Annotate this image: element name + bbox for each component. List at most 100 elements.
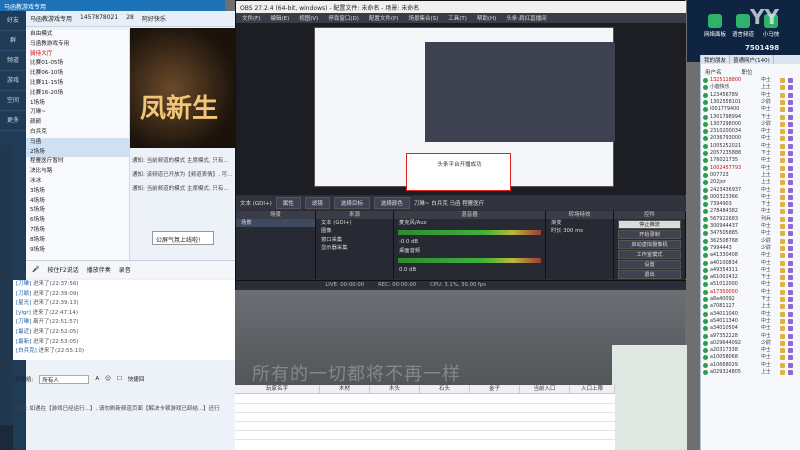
channel-tree-item[interactable]: 3场场: [26, 187, 129, 197]
channel-tree-item[interactable]: 白兵克: [26, 128, 129, 138]
source-item[interactable]: 文本 (GDI+): [316, 219, 393, 227]
channel-tree-item[interactable]: 马函: [26, 137, 129, 148]
player-row[interactable]: a20317338 中士: [701, 347, 800, 354]
duration-value[interactable]: 300 ms: [563, 228, 583, 234]
scene-item[interactable]: 场景: [236, 219, 315, 228]
studio-mode-button[interactable]: 工作室模式: [618, 250, 681, 259]
player-row[interactable]: 2423436937 中士: [701, 187, 800, 194]
channel-tree-item[interactable]: 4场场: [26, 197, 129, 207]
player-row[interactable]: 123456789 中士: [701, 92, 800, 99]
player-row[interactable]: a7081127 上士: [701, 303, 800, 310]
channel-tree-item[interactable]: 比赛11-15场: [26, 79, 129, 89]
player-row[interactable]: 2057235888 下士: [701, 150, 800, 157]
player-row[interactable]: a029324805 上士: [701, 369, 800, 376]
channel-tree-item[interactable]: 颜颜: [26, 118, 129, 128]
player-row[interactable]: 小鹿快乐 上士: [701, 84, 800, 91]
player-row[interactable]: a10058068 中士: [701, 354, 800, 361]
obs-menu-item[interactable]: 场景集合(S): [408, 14, 438, 22]
send-target-select[interactable]: 所有人: [39, 374, 90, 384]
push-to-talk-button[interactable]: 按住F2说话: [47, 265, 78, 274]
chat-user-name[interactable]: [最新]: [16, 339, 31, 345]
player-row[interactable]: 2036793000 中士: [701, 135, 800, 142]
player-row[interactable]: 1301798994 下士: [701, 114, 800, 121]
left-nav-item[interactable]: 游戏: [0, 71, 26, 91]
player-row[interactable]: a40100834 中士: [701, 260, 800, 267]
user-name[interactable]: 马函教游戏专用: [30, 14, 72, 23]
player-row[interactable]: a10668029 中士: [701, 362, 800, 369]
mic-icon[interactable]: 🎤: [32, 266, 39, 273]
transition-type[interactable]: 渐变: [546, 219, 613, 227]
channel-tree[interactable]: 自由模式 马函教游戏专用 骑侍大厅 比赛01-05场 比赛06-10场 比赛11-15场比…: [26, 30, 130, 260]
player-row[interactable]: 007723 上士: [701, 172, 800, 179]
obs-menu-item[interactable]: 帮助(H): [477, 14, 496, 22]
player-row[interactable]: a17350000 中士: [701, 289, 800, 296]
channel-tree-item[interactable]: 刀琳~: [26, 108, 129, 118]
player-row[interactable]: 176021735 中士: [701, 157, 800, 164]
emoji-icon[interactable]: ☺: [105, 376, 111, 382]
player-row[interactable]: 347505885 中士: [701, 230, 800, 237]
player-row[interactable]: a8a40092 下士: [701, 296, 800, 303]
player-row[interactable]: a61002432 下士: [701, 274, 800, 281]
obs-menu-item[interactable]: 视图(V): [299, 14, 318, 22]
desktop-icon[interactable]: 网络面板: [703, 14, 727, 38]
chat-user-name[interactable]: [刀琳]: [16, 319, 31, 325]
player-row[interactable]: l001779400 中士: [701, 106, 800, 113]
chat-user-name[interactable]: [白兵克]: [16, 348, 37, 354]
record-button[interactable]: 录音: [119, 265, 131, 274]
play-accompaniment-button[interactable]: 播放伴奏: [87, 265, 111, 274]
left-nav-item[interactable]: 频道: [0, 51, 26, 71]
channel-tree-item[interactable]: 1场场: [26, 99, 129, 109]
player-row[interactable]: a34010504 中士: [701, 325, 800, 332]
obs-menu-item[interactable]: 文件(F): [242, 14, 260, 22]
settings-button[interactable]: 设置: [618, 260, 681, 269]
channel-tree-item[interactable]: 马函教游戏专用: [26, 40, 129, 50]
obs-menu-item[interactable]: 配置文件(P): [369, 14, 399, 22]
properties-button[interactable]: 属性: [275, 197, 301, 209]
obs-menu-item[interactable]: 停靠窗口(D): [328, 14, 359, 22]
obs-preview[interactable]: 头条平台开播成功: [236, 23, 686, 195]
left-nav-item[interactable]: 好友: [0, 11, 26, 31]
player-row[interactable]: a97352228 中士: [701, 333, 800, 340]
player-row[interactable]: 1307298000 少尉: [701, 121, 800, 128]
player-row[interactable]: 1005252021 中士: [701, 143, 800, 150]
player-row[interactable]: 7994443 少尉: [701, 245, 800, 252]
player-row[interactable]: 000323366 中士: [701, 194, 800, 201]
channel-tree-item[interactable]: 程雁医疗暂时: [26, 157, 129, 167]
left-nav-item[interactable]: 空间: [0, 91, 26, 111]
tab-my-friends[interactable]: 我的朋友: [701, 55, 731, 64]
stop-streaming-button[interactable]: 停止推流: [618, 220, 681, 229]
channel-tree-item[interactable]: 7场场: [26, 226, 129, 236]
player-row[interactable]: 7394903 下士: [701, 201, 800, 208]
preview-selected-source[interactable]: 头条平台开播成功: [406, 153, 511, 191]
channel-tree-item[interactable]: 5场场: [26, 206, 129, 216]
filters-button[interactable]: 滤镜: [304, 197, 330, 209]
announcement-popup[interactable]: 公屏气氛上线啦!: [152, 231, 214, 245]
source-item[interactable]: 显示器采集: [316, 244, 393, 252]
channel-tree-item[interactable]: 8场场: [26, 236, 129, 246]
player-row[interactable]: 362508768 少尉: [701, 238, 800, 245]
channel-tree-item[interactable]: 比赛06-10场: [26, 69, 129, 79]
select-color-button[interactable]: 选择颜色: [373, 197, 410, 209]
player-row[interactable]: a54011340 中士: [701, 318, 800, 325]
channel-tree-item[interactable]: 骑侍大厅: [26, 50, 129, 60]
chat-user-name[interactable]: [ylgr]: [16, 310, 31, 316]
quick-reply-checkbox[interactable]: ☐: [117, 376, 122, 382]
channel-tree-item[interactable]: 自由模式: [26, 30, 129, 40]
user-extra[interactable]: 阿好快乐: [142, 14, 166, 23]
obs-menu-item[interactable]: 工具(T): [448, 14, 467, 22]
font-icon[interactable]: A: [95, 376, 99, 382]
player-row[interactable]: a51012000 中士: [701, 281, 800, 288]
select-target-button[interactable]: 选择目标: [333, 197, 370, 209]
player-row[interactable]: 1002457793 中士: [701, 165, 800, 172]
player-row[interactable]: 567922683 列兵: [701, 216, 800, 223]
chat-user-name[interactable]: [星光]: [16, 300, 31, 306]
virtual-camera-button[interactable]: 启动虚拟摄像机: [618, 240, 681, 249]
obs-menu-item[interactable]: 编辑(E): [270, 14, 289, 22]
player-row[interactable]: a34011040 中士: [701, 311, 800, 318]
player-row[interactable]: 300944437 中士: [701, 223, 800, 230]
channel-tree-item[interactable]: 6场场: [26, 216, 129, 226]
player-row[interactable]: 202jor 上士: [701, 179, 800, 186]
chat-user-name[interactable]: [刀琳]: [16, 281, 31, 287]
chat-user-name[interactable]: [最近]: [16, 329, 31, 335]
source-item[interactable]: 窗口采集: [316, 236, 393, 244]
